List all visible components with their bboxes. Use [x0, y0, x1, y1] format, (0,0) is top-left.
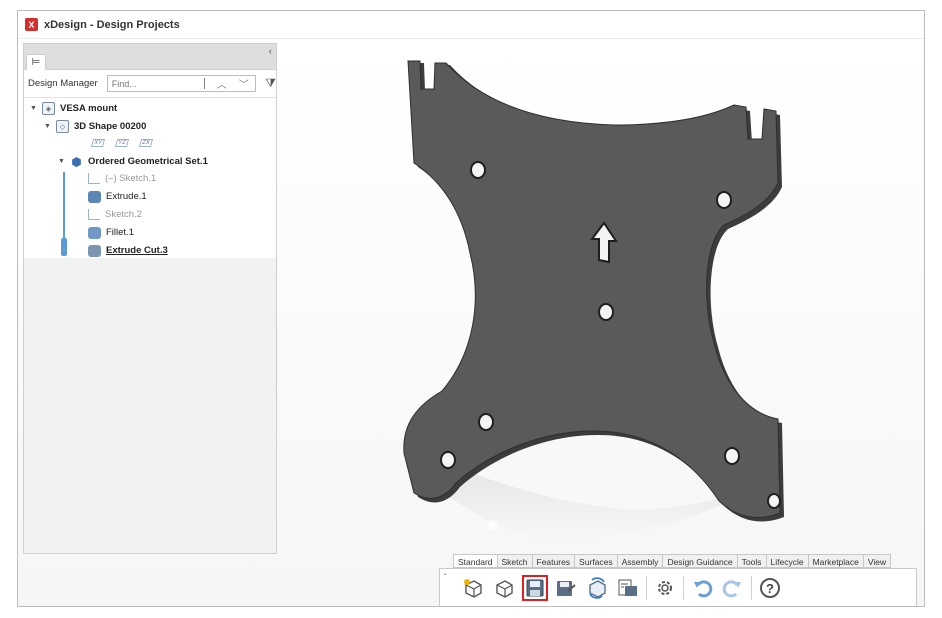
fillet-icon — [88, 226, 101, 239]
save-icon — [526, 579, 544, 597]
new-shape-button[interactable] — [460, 575, 486, 601]
mounting-hole — [478, 413, 494, 431]
expand-caret-icon[interactable]: ▼ — [58, 158, 70, 165]
save-button[interactable] — [522, 575, 548, 601]
undo-button[interactable] — [689, 575, 715, 601]
plane-xy-icon[interactable]: XY — [90, 139, 106, 147]
tab-tools[interactable]: Tools — [737, 554, 767, 568]
mounting-hole — [440, 451, 456, 469]
redo-icon — [722, 580, 741, 598]
shape-icon: ◇ — [56, 120, 69, 133]
tab-assembly[interactable]: Assembly — [617, 554, 664, 568]
tree-item-label: Fillet.1 — [106, 227, 134, 238]
app-title: xDesign - Design Projects — [44, 18, 180, 31]
shape-icon — [496, 580, 513, 598]
center-hole — [598, 303, 614, 321]
expand-caret-icon[interactable]: ▼ — [44, 123, 56, 130]
filter-icon[interactable]: ⧩ — [265, 76, 276, 91]
sketch-icon — [88, 173, 100, 184]
replace-button[interactable] — [584, 575, 610, 601]
new-shape-icon — [464, 579, 482, 598]
expand-caret-icon[interactable]: ▼ — [30, 105, 42, 112]
action-bar-tabs: Standard Sketch Features Surfaces Assemb… — [453, 554, 892, 568]
collapse-panel-icon[interactable]: ‹ — [269, 46, 272, 57]
plate-face — [403, 60, 781, 518]
mounting-hole — [767, 493, 781, 509]
tree-item-label: 3D Shape 00200 — [74, 121, 147, 132]
plane-yz-icon[interactable]: YZ — [114, 139, 129, 147]
toolbar-expand-icon[interactable]: ˇ — [444, 573, 447, 582]
tab-sketch[interactable]: Sketch — [497, 554, 533, 568]
save-as-button[interactable] — [553, 575, 579, 601]
find-input[interactable] — [107, 76, 204, 91]
redo-button[interactable] — [720, 575, 746, 601]
3d-viewport[interactable]: ‹ ⊨ Design Manager ︿ ﹀ ⧩ ▼ ◈ VESA mount — [18, 39, 924, 606]
mounting-hole — [724, 447, 740, 465]
mounting-hole — [716, 191, 732, 209]
reflection-hole — [488, 520, 498, 530]
save-as-icon — [557, 581, 576, 596]
settings-button[interactable] — [652, 575, 678, 601]
find-next-button[interactable]: ﹀ — [233, 76, 255, 91]
mounting-hole — [470, 161, 486, 179]
design-manager-label: Design Manager — [28, 78, 98, 89]
design-manager-panel: ‹ ⊨ Design Manager ︿ ﹀ ⧩ ▼ ◈ VESA mount — [23, 43, 277, 554]
tree-item-root[interactable]: ▼ ◈ VESA mount — [30, 100, 117, 117]
feature-tree: ▼ ◈ VESA mount ▼ ◇ 3D Shape 00200 XY YZ … — [24, 98, 276, 258]
design-manager-header: Design Manager ︿ ﹀ ⧩ — [24, 70, 276, 98]
tree-item-label: VESA mount — [60, 103, 118, 114]
toolbar-separator — [751, 576, 752, 600]
export-button[interactable] — [615, 575, 641, 601]
tree-item-label: Ordered Geometrical Set.1 — [88, 156, 208, 167]
tab-marketplace[interactable]: Marketplace — [808, 554, 864, 568]
plane-zx-icon[interactable]: ZX — [138, 139, 153, 147]
tree-item-label: (–) Sketch.1 — [105, 173, 157, 184]
rollback-bar-handle[interactable] — [61, 238, 67, 256]
tab-standard[interactable]: Standard — [453, 554, 498, 568]
tab-view[interactable]: View — [863, 554, 892, 568]
vesa-plate-model[interactable] — [378, 57, 798, 547]
action-bar: Standard Sketch Features Surfaces Assemb… — [439, 554, 917, 606]
help-button[interactable]: ? — [757, 575, 783, 601]
gear-icon — [658, 581, 672, 595]
sketch-icon — [88, 209, 100, 220]
tab-lifecycle[interactable]: Lifecycle — [766, 554, 809, 568]
tree-item-sketch-1[interactable]: (–) Sketch.1 — [88, 170, 156, 187]
tree-item-fillet-1[interactable]: Fillet.1 — [88, 224, 134, 241]
tree-item-geometrical-set[interactable]: ▼ ⬢ Ordered Geometrical Set.1 — [58, 153, 208, 170]
tab-design-guidance[interactable]: Design Guidance — [663, 554, 738, 568]
undo-icon — [694, 580, 713, 598]
tree-view-tab[interactable]: ⊨ — [26, 54, 46, 70]
find-previous-button[interactable]: ︿ — [211, 76, 233, 91]
help-icon: ? — [760, 578, 780, 598]
extrude-icon — [88, 190, 101, 203]
tree-item-sketch-2[interactable]: Sketch.2 — [88, 206, 142, 223]
app-window: X xDesign - Design Projects ‹ ⊨ Design M… — [17, 10, 925, 607]
export-icon — [618, 579, 637, 596]
tree-item-shape[interactable]: ▼ ◇ 3D Shape 00200 — [44, 118, 146, 135]
tree-item-extrude-cut-3[interactable]: Extrude Cut.3 — [88, 242, 168, 259]
assembly-icon: ◈ — [42, 102, 55, 115]
title-bar: X xDesign - Design Projects — [18, 11, 924, 39]
tree-item-extrude-1[interactable]: Extrude.1 — [88, 188, 147, 205]
geometrical-set-icon: ⬢ — [71, 154, 82, 169]
find-separator — [203, 78, 205, 89]
tree-item-label: Sketch.2 — [105, 209, 142, 220]
find-box: ︿ ﹀ — [106, 75, 257, 92]
refresh-icon — [589, 577, 606, 599]
tab-surfaces[interactable]: Surfaces — [575, 554, 618, 568]
tree-item-label: Extrude.1 — [106, 191, 147, 202]
open-shape-button[interactable] — [491, 575, 517, 601]
toolbar-separator — [646, 576, 647, 600]
app-logo-icon: X — [25, 18, 38, 31]
tab-features[interactable]: Features — [532, 554, 576, 568]
extrude-cut-icon — [88, 244, 101, 257]
panel-tab-strip: ‹ ⊨ — [24, 44, 276, 70]
toolbar-separator — [683, 576, 684, 600]
tool-row: ˇ ? — [439, 568, 917, 606]
tree-item-label: Extrude Cut.3 — [106, 245, 168, 256]
